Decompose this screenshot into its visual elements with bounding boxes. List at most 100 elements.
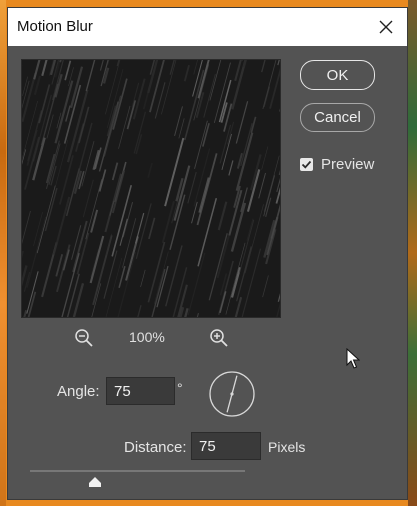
- preview-label: Preview: [321, 156, 375, 173]
- close-button[interactable]: [373, 15, 399, 39]
- rain-streak: [105, 233, 113, 255]
- distance-slider-thumb[interactable]: [88, 475, 102, 493]
- blur-preview-image: [22, 60, 280, 317]
- rain-streak: [240, 122, 253, 167]
- distance-input[interactable]: [191, 432, 261, 460]
- rain-streak: [52, 196, 71, 255]
- rain-streak: [216, 235, 230, 279]
- cancel-button[interactable]: Cancel: [300, 103, 375, 132]
- mouse-cursor: [346, 347, 361, 375]
- rain-streak: [23, 309, 28, 317]
- rain-streak: [102, 67, 110, 84]
- rain-streak: [263, 175, 276, 217]
- rain-streak: [203, 74, 216, 118]
- rain-streak: [111, 162, 119, 181]
- angle-dial-icon: [209, 371, 255, 417]
- rain-streak: [103, 95, 122, 157]
- rain-streak: [258, 172, 266, 199]
- zoom-out-icon: [75, 329, 93, 347]
- rain-streak: [173, 165, 191, 221]
- distance-slider-track[interactable]: [30, 470, 245, 472]
- rain-streak: [132, 78, 146, 120]
- rain-streak: [82, 179, 94, 218]
- rain-streak: [32, 137, 46, 181]
- pixels-unit: Pixels: [268, 439, 306, 455]
- rain-streak: [64, 60, 72, 81]
- rain-streak: [81, 141, 95, 187]
- rain-streak: [62, 249, 70, 271]
- rain-streak: [193, 64, 210, 121]
- rain-streak: [196, 153, 218, 226]
- rain-streak: [142, 76, 154, 110]
- rain-streak: [241, 248, 262, 317]
- rain-streak: [85, 179, 103, 240]
- rain-streak: [231, 60, 247, 110]
- angle-input[interactable]: [106, 377, 175, 405]
- rain-streak: [33, 211, 43, 247]
- rain-streak: [261, 146, 269, 170]
- preview-area[interactable]: [21, 59, 281, 318]
- rain-streak: [153, 251, 169, 305]
- rain-streak: [46, 114, 54, 139]
- angle-label: Angle:: [57, 383, 100, 400]
- rain-streak: [33, 75, 41, 96]
- rain-streak: [112, 78, 128, 130]
- ok-button[interactable]: OK: [300, 60, 375, 90]
- distance-label: Distance:: [124, 439, 187, 456]
- rain-streak: [90, 249, 99, 278]
- rain-streak: [235, 101, 249, 144]
- rain-streak: [104, 173, 123, 233]
- rain-streak: [278, 169, 280, 176]
- rain-streak: [196, 312, 199, 317]
- rain-streak: [148, 217, 156, 240]
- close-icon: [379, 20, 393, 34]
- rain-streak: [90, 209, 99, 233]
- rain-streak: [22, 76, 28, 96]
- pointer-icon: [346, 347, 361, 369]
- rain-streak: [230, 202, 247, 252]
- rain-streak: [48, 143, 61, 185]
- rain-streak: [169, 60, 175, 75]
- degree-unit: °: [177, 380, 183, 396]
- slider-thumb-icon: [88, 477, 101, 487]
- rain-streak: [85, 60, 96, 92]
- rain-streak: [236, 152, 243, 169]
- rain-streak: [187, 171, 197, 204]
- rain-streak: [187, 252, 206, 316]
- preview-checkbox[interactable]: Preview: [300, 156, 374, 173]
- rain-streak: [65, 105, 71, 122]
- rain-streak: [40, 83, 59, 146]
- dialog-title: Motion Blur: [17, 18, 93, 35]
- rain-streak: [209, 60, 222, 101]
- zoom-out-button[interactable]: [74, 328, 94, 353]
- rain-streak: [133, 111, 147, 154]
- rain-streak: [228, 160, 234, 176]
- angle-dial[interactable]: [208, 370, 256, 423]
- rain-streak: [246, 169, 261, 212]
- rain-streak: [111, 170, 126, 214]
- zoom-in-icon: [210, 329, 228, 347]
- rain-streak: [147, 241, 166, 303]
- rain-streak: [178, 118, 185, 139]
- rain-streak: [277, 293, 280, 302]
- rain-streak: [228, 189, 243, 236]
- rain-streak: [262, 60, 277, 110]
- rain-streak: [65, 168, 81, 217]
- motion-blur-dialog: Motion Blur OK Cancel Preview 100% Angle…: [7, 7, 408, 500]
- rain-streak: [137, 305, 142, 317]
- rain-streak: [262, 275, 269, 298]
- rain-streak: [38, 84, 51, 124]
- title-bar: Motion Blur: [8, 8, 407, 46]
- rain-streak: [46, 140, 60, 189]
- rain-streak: [135, 212, 145, 244]
- rain-streak: [218, 79, 232, 123]
- rain-streak: [246, 218, 254, 241]
- rain-streak: [193, 60, 198, 75]
- rain-streak: [193, 148, 211, 207]
- rain-streak: [217, 201, 228, 231]
- zoom-in-button[interactable]: [209, 328, 229, 353]
- checkmark-icon: [301, 160, 312, 169]
- rain-streak: [165, 245, 183, 307]
- rain-streak: [269, 68, 280, 109]
- checkbox-box[interactable]: [300, 158, 313, 171]
